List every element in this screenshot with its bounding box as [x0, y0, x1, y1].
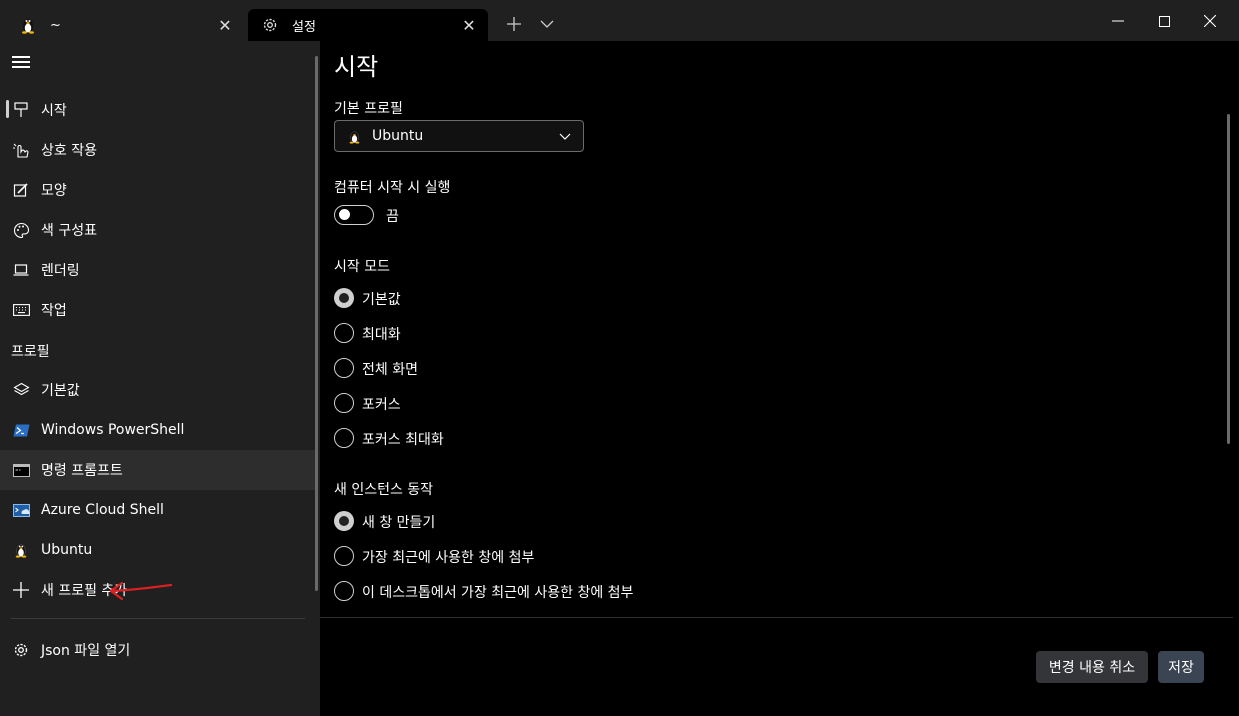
- sidebar-item-rendering[interactable]: 렌더링: [0, 250, 318, 290]
- radio-label: 이 데스크톱에서 가장 최근에 사용한 창에 첨부: [362, 585, 634, 601]
- sidebar-item-label: 모양: [41, 183, 67, 199]
- discard-changes-button[interactable]: 변경 내용 취소: [1036, 651, 1148, 683]
- chevron-down-icon: [557, 128, 573, 144]
- close-tab-icon[interactable]: ✕: [456, 12, 482, 38]
- cmd-icon: [11, 460, 31, 480]
- page-title: 시작: [334, 53, 379, 81]
- sidebar-item-profile-cmd[interactable]: 명령 프롬프트: [0, 450, 318, 490]
- sidebar-item-label: 색 구성표: [41, 223, 97, 239]
- radio-label: 새 창 만들기: [362, 515, 436, 531]
- launch-on-startup-toggle[interactable]: [334, 205, 374, 225]
- launch-mode-radio-maximized[interactable]: [334, 323, 354, 343]
- sidebar-item-profile-powershell[interactable]: Windows PowerShell: [0, 410, 318, 450]
- tab-title: 설정: [292, 19, 316, 35]
- launch-mode-radio-default[interactable]: [334, 288, 354, 308]
- toggle-knob: [339, 209, 350, 220]
- sidebar-item-label: Json 파일 열기: [41, 643, 131, 659]
- sidebar-item-label: 시작: [41, 103, 67, 119]
- main-scrollbar[interactable]: [1227, 114, 1230, 444]
- tux-icon: [346, 128, 362, 144]
- radio-label: 포커스: [362, 397, 401, 413]
- sidebar-item-actions[interactable]: 작업: [0, 290, 318, 330]
- radio-label: 전체 화면: [362, 362, 418, 378]
- chevron-down-icon: [540, 20, 554, 28]
- sidebar-item-profile-defaults[interactable]: 기본값: [0, 370, 318, 410]
- radio-label: 기본값: [362, 292, 401, 308]
- tab-settings[interactable]: 설정 ✕: [248, 9, 488, 41]
- sidebar-item-label: Ubuntu: [41, 542, 93, 558]
- sidebar-item-label: 명령 프롬프트: [41, 463, 123, 479]
- keyboard-icon: [11, 300, 31, 320]
- plus-icon: [507, 17, 521, 31]
- maximize-icon: [1158, 15, 1170, 27]
- sidebar-item-color-schemes[interactable]: 색 구성표: [0, 210, 318, 250]
- radio-label: 포커스 최대화: [362, 432, 444, 448]
- default-profile-label: 기본 프로필: [334, 101, 403, 117]
- sidebar-item-label: 기본값: [41, 383, 80, 399]
- new-instance-radio-recent-window-desktop[interactable]: [334, 581, 354, 601]
- tux-icon: [11, 540, 31, 560]
- launch-mode-radio-focus[interactable]: [334, 393, 354, 413]
- launch-on-startup-label: 컴퓨터 시작 시 실행: [334, 180, 451, 196]
- sidebar-scrollbar[interactable]: [315, 56, 318, 591]
- azure-icon: [11, 500, 31, 520]
- sidebar-item-startup[interactable]: 시작: [0, 90, 318, 130]
- close-icon: [1204, 15, 1216, 27]
- minimize-button[interactable]: [1098, 4, 1138, 38]
- launch-mode-radio-fullscreen[interactable]: [334, 358, 354, 378]
- launch-mode-radio-maximized-focus[interactable]: [334, 428, 354, 448]
- hamburger-menu-icon[interactable]: [12, 56, 30, 68]
- tab-dropdown-button[interactable]: [536, 11, 558, 37]
- tab-title: ~: [50, 17, 61, 33]
- annotation-arrow: [109, 581, 173, 601]
- rendering-icon: [11, 260, 31, 280]
- save-button[interactable]: 저장: [1158, 651, 1204, 683]
- tux-icon: [18, 15, 38, 35]
- radio-label: 최대화: [362, 327, 401, 343]
- interaction-icon: [11, 140, 31, 160]
- startup-icon: [11, 100, 31, 120]
- close-window-button[interactable]: [1190, 4, 1230, 38]
- minimize-icon: [1112, 20, 1124, 22]
- new-instance-label: 새 인스턴스 동작: [334, 482, 434, 498]
- sidebar-item-label: 상호 작용: [41, 143, 97, 159]
- default-profile-dropdown[interactable]: Ubuntu: [334, 120, 584, 152]
- launch-mode-label: 시작 모드: [334, 259, 390, 275]
- sidebar-item-label: Windows PowerShell: [41, 422, 185, 438]
- sidebar-item-label: 작업: [41, 303, 67, 319]
- gear-icon: [260, 15, 280, 35]
- toggle-state-label: 끔: [386, 209, 399, 225]
- sidebar-item-profile-ubuntu[interactable]: Ubuntu: [0, 530, 318, 570]
- sidebar-item-profile-azure[interactable]: Azure Cloud Shell: [0, 490, 318, 530]
- sidebar-item-label: 렌더링: [41, 263, 80, 279]
- settings-page: 시작 기본 프로필 Ubuntu 컴퓨터 시작 시 실행 끔 시작 모드 기본값…: [320, 41, 1239, 716]
- footer-divider: [320, 617, 1233, 618]
- profiles-section-header: 프로필: [11, 344, 50, 360]
- radio-label: 가장 최근에 사용한 창에 첨부: [362, 550, 535, 566]
- close-tab-icon[interactable]: ✕: [212, 12, 238, 38]
- layers-icon: [11, 380, 31, 400]
- palette-icon: [11, 220, 31, 240]
- new-instance-radio-recent-window[interactable]: [334, 546, 354, 566]
- new-tab-button[interactable]: [502, 11, 526, 37]
- sidebar-item-interaction[interactable]: 상호 작용: [0, 130, 318, 170]
- sidebar: 시작 상호 작용 모양 색 구성표 렌더링 작업 프로필 기본값 Windows…: [0, 41, 320, 716]
- gear-icon: [11, 640, 31, 660]
- new-instance-radio-new-window[interactable]: [334, 511, 354, 531]
- tab-home[interactable]: ~ ✕: [6, 9, 244, 41]
- default-profile-value: Ubuntu: [372, 128, 424, 144]
- plus-icon: [11, 580, 31, 600]
- sidebar-item-appearance[interactable]: 모양: [0, 170, 318, 210]
- sidebar-divider: [11, 618, 305, 619]
- sidebar-item-label: Azure Cloud Shell: [41, 502, 164, 518]
- appearance-icon: [11, 180, 31, 200]
- maximize-button[interactable]: [1144, 4, 1184, 38]
- title-bar: ~ ✕ 설정 ✕: [0, 0, 1239, 41]
- sidebar-item-open-json[interactable]: Json 파일 열기: [0, 630, 318, 670]
- powershell-icon: [11, 420, 31, 440]
